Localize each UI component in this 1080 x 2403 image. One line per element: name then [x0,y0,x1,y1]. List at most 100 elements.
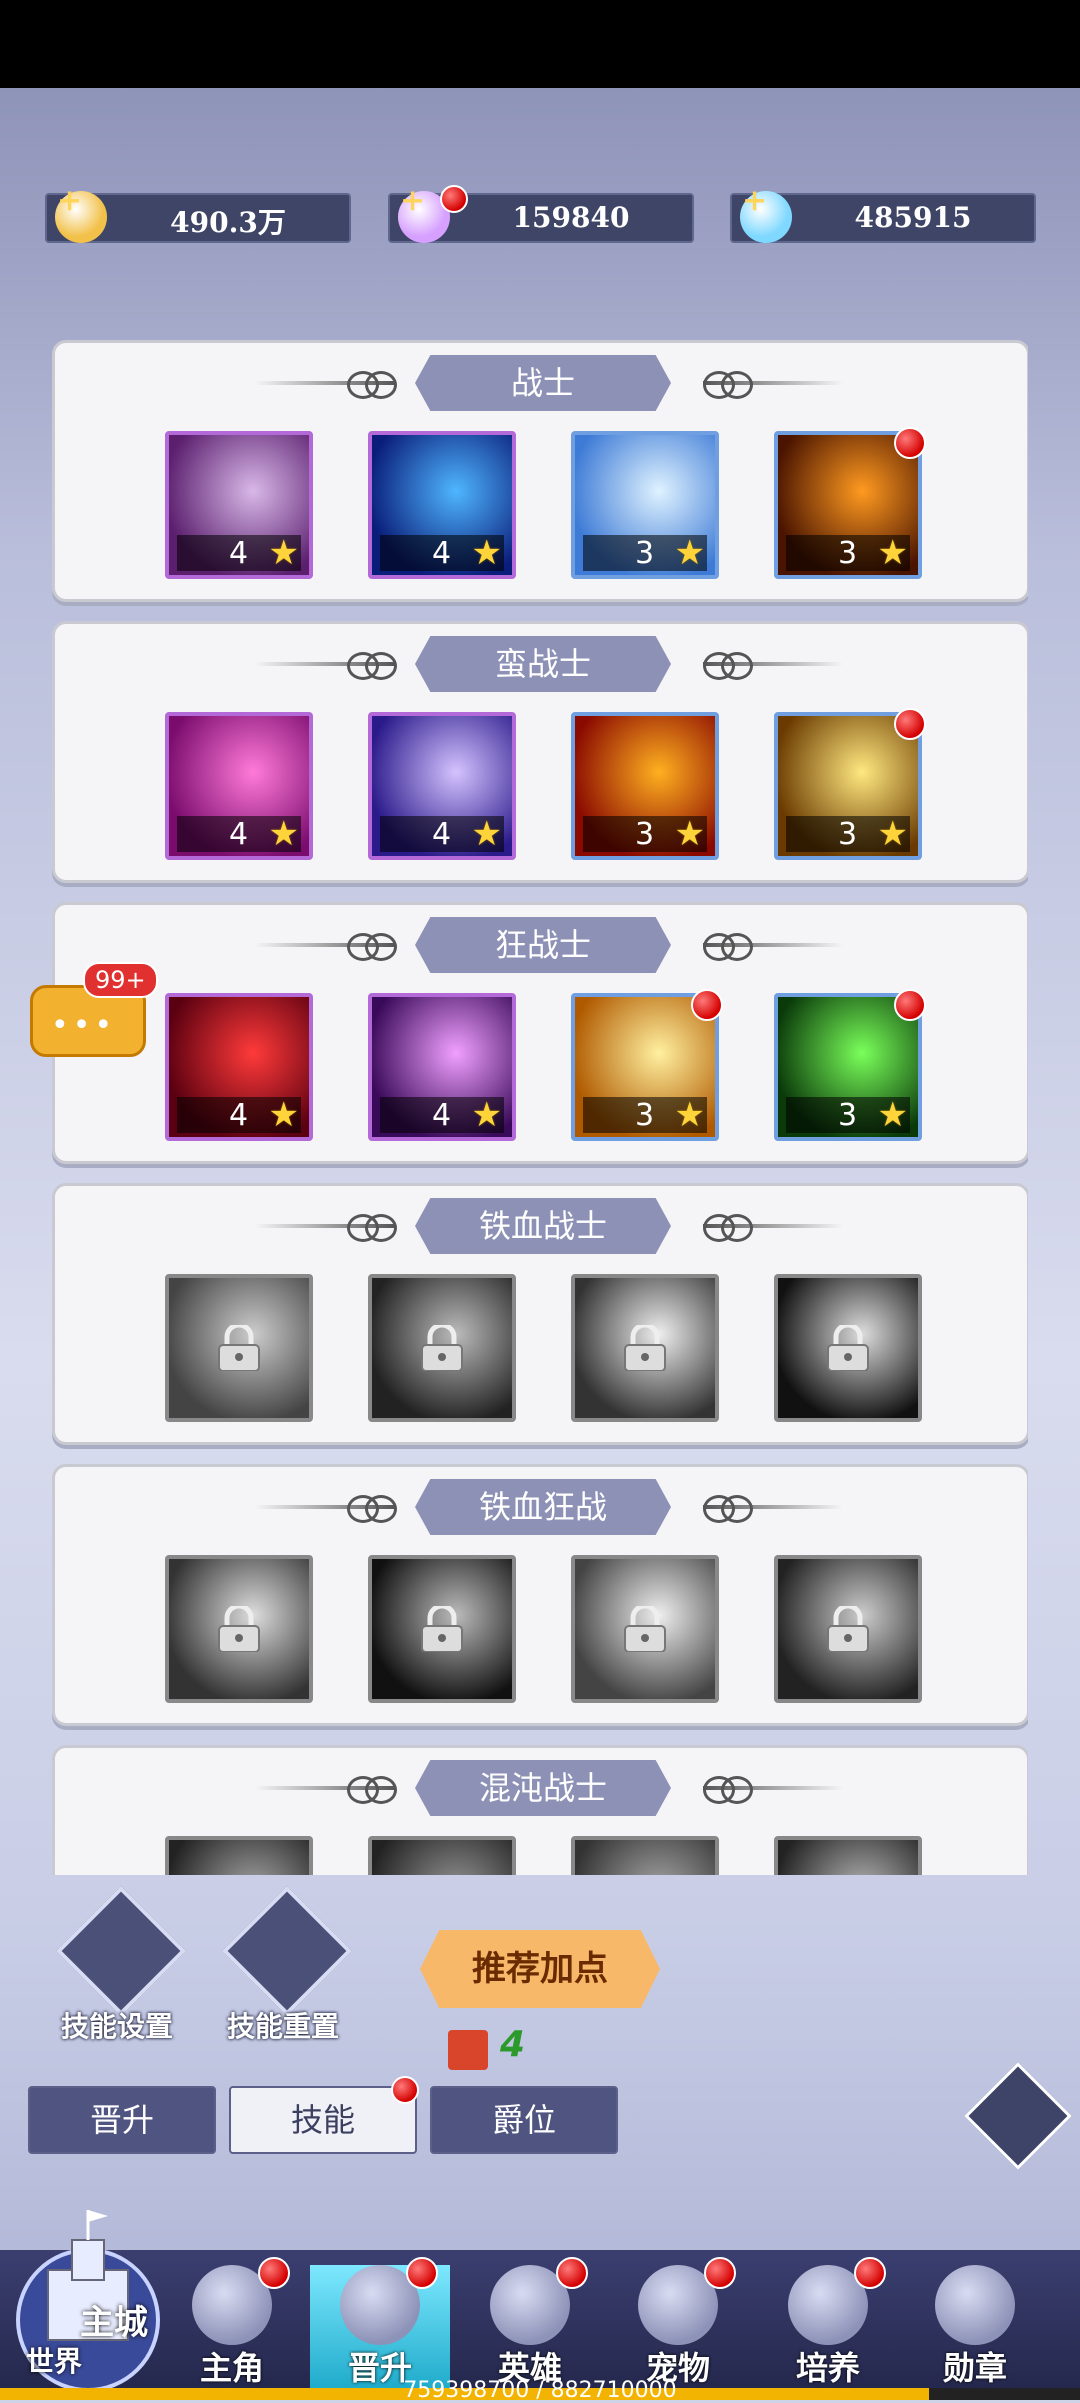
ornament-icon [721,1214,753,1242]
star-icon: ★ [674,814,705,854]
medal-icon [935,2265,1015,2345]
skill-slot[interactable] [165,1836,313,1875]
skill-reset-label: 技能重置 [226,2010,339,2043]
notification-badge [894,989,926,1021]
chat-dots-icon: ••• [51,1008,117,1043]
star-icon: ★ [674,1095,705,1135]
notification-badge [704,2257,736,2289]
notification-badge [440,185,468,213]
skill-slot[interactable]: 3 ★ [774,708,926,860]
skill-slot[interactable] [165,1555,313,1703]
class-list[interactable]: 战士 4 ★ 4 ★ 3 ★ 3 ★ 蛮战士 4 ★ 4 ★ 3 ★ 3 ★ 狂战士 4 ★ 4 ★ 3 ★ 3 ★ 铁血战士 铁血狂战… [52,340,1028,1875]
tab-1[interactable]: 技能 [229,2076,419,2154]
plus-icon[interactable]: + [400,183,425,218]
skill-settings-button[interactable]: 技能设置 [42,1885,192,2045]
skill-slot[interactable] [571,1836,719,1875]
nav-item-3[interactable]: 宠物 [608,2257,748,2395]
skill-slot[interactable] [368,1836,516,1875]
star-icon: ★ [268,1095,299,1135]
chat-button[interactable]: ••• 99+ [30,962,158,1057]
chat-unread-badge: 99+ [83,962,158,998]
skill-reset-button[interactable]: 技能重置 [208,1885,358,2045]
skill-slot[interactable]: 4 ★ [368,712,516,860]
plus-icon[interactable]: + [57,183,82,218]
class-panel: 铁血狂战 [52,1464,1028,1726]
skill-slot[interactable] [368,1274,516,1422]
star-icon: ★ [877,1095,908,1135]
tab-0[interactable]: 晋升 [28,2086,216,2154]
skill-level: 3 [838,536,858,571]
skill-level: 4 [229,817,249,852]
skill-slot[interactable]: 3 ★ [571,989,723,1141]
reset-icon [221,1885,353,2017]
ornament-icon [721,652,753,680]
star-icon: ★ [268,533,299,573]
lock-icon [421,1325,463,1371]
skill-slot[interactable] [368,1555,516,1703]
status-bar [0,0,1080,88]
ornament-icon [721,1776,753,1804]
skill-level: 3 [635,536,655,571]
skill-slot[interactable]: 4 ★ [165,431,313,579]
skill-slot[interactable] [774,1836,922,1875]
skill-level: 3 [838,817,858,852]
skill-slot[interactable]: 4 ★ [165,712,313,860]
skill-slot[interactable] [571,1274,719,1422]
skill-level: 3 [635,817,655,852]
notification-badge [406,2257,438,2289]
star-icon: ★ [877,814,908,854]
skill-level: 4 [432,1098,452,1133]
lock-icon [827,1606,869,1652]
tab-label: 晋升 [89,2101,154,2139]
skill-slot[interactable] [774,1555,922,1703]
skill-slot[interactable]: 4 ★ [368,993,516,1141]
skill-slot[interactable]: 3 ★ [774,427,926,579]
recommend-points-button[interactable]: 推荐加点 [420,1930,660,2008]
lock-icon [218,1325,260,1371]
skill-level: 3 [838,1098,858,1133]
nav-item-5[interactable]: 勋章 [905,2265,1045,2395]
lock-icon [827,1325,869,1371]
skill-slot[interactable]: 3 ★ [571,431,719,579]
exp-progress-text: 759398700 / 882710000 [403,2378,677,2403]
class-title: 蛮战士 [415,636,671,692]
star-icon: ★ [471,814,502,854]
ornament-icon [365,371,397,399]
ornament-icon [721,371,753,399]
skill-slot[interactable]: 4 ★ [165,993,313,1141]
star-icon: ★ [471,1095,502,1135]
currency-0[interactable]: +490.3万 [45,183,351,243]
main-city-label: 主城 [80,2303,148,2343]
exp-progress-bar: 759398700 / 882710000 [0,2378,1080,2403]
skill-slot[interactable] [774,1274,922,1422]
notification-badge [556,2257,588,2289]
skill-slot[interactable]: 3 ★ [774,989,926,1141]
nav-item-1[interactable]: 晋升 [310,2257,450,2395]
notification-badge [691,989,723,1021]
star-icon: ★ [877,533,908,573]
class-panel: 狂战士 4 ★ 4 ★ 3 ★ 3 ★ [52,902,1028,1164]
skill-slot[interactable]: 3 ★ [571,712,719,860]
skill-book-icon [448,2030,488,2070]
world-label: 世界 [26,2345,83,2378]
currency-1[interactable]: +159840 [388,183,694,243]
class-title: 铁血狂战 [415,1479,671,1535]
skill-slot[interactable] [571,1555,719,1703]
gear-icon [55,1885,187,2017]
nav-item-0[interactable]: 主角 [162,2257,302,2395]
currency-value: 159840 [512,201,630,234]
notification-badge [894,427,926,459]
skill-level: 4 [432,817,452,852]
ornament-icon [365,933,397,961]
class-title: 混沌战士 [415,1760,671,1816]
skill-slot[interactable]: 4 ★ [368,431,516,579]
tab-2[interactable]: 爵位 [430,2086,618,2154]
nav-item-2[interactable]: 英雄 [460,2257,600,2395]
star-icon: ★ [674,533,705,573]
nav-item-4[interactable]: 培养 [758,2257,898,2395]
tab-label: 技能 [290,2101,355,2139]
notification-badge [258,2257,290,2289]
skill-slot[interactable] [165,1274,313,1422]
plus-icon[interactable]: + [742,183,767,218]
currency-2[interactable]: +485915 [730,183,1036,243]
